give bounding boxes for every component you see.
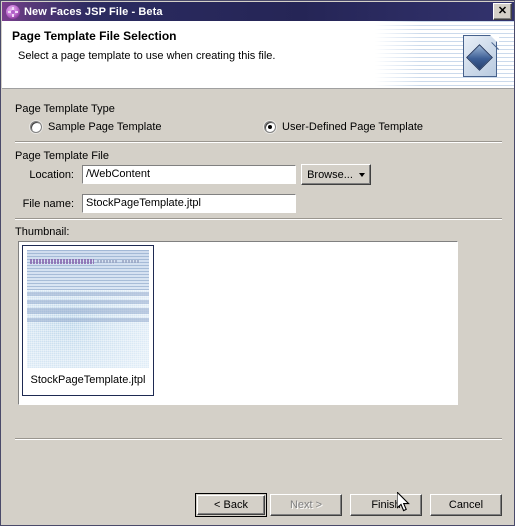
- filename-label: File name:: [22, 198, 74, 210]
- radio-user-defined-page-template[interactable]: User-Defined Page Template: [264, 121, 423, 133]
- page-title: Page Template File Selection: [12, 29, 177, 43]
- dialog-window: New Faces JSP File - Beta ✕ Page Templat…: [0, 0, 515, 526]
- section-label-template-type: Page Template Type: [15, 103, 115, 115]
- faces-orb-icon: [6, 4, 20, 19]
- close-button[interactable]: ✕: [493, 3, 512, 20]
- radio-indicator[interactable]: [264, 121, 276, 133]
- location-label: Location:: [29, 169, 74, 181]
- title-bar: New Faces JSP File - Beta ✕: [2, 2, 514, 21]
- back-label: < Back: [214, 499, 248, 511]
- next-button: Next >: [270, 494, 342, 516]
- thumbnail-list[interactable]: StockPageTemplate.jtpl: [17, 240, 459, 406]
- window-title: New Faces JSP File - Beta: [24, 5, 163, 18]
- section-label-template-file: Page Template File: [15, 150, 109, 162]
- thumbnail-list-item[interactable]: StockPageTemplate.jtpl: [22, 245, 154, 396]
- chevron-down-icon: [358, 172, 365, 177]
- finish-label: Finish: [371, 499, 401, 511]
- back-button[interactable]: < Back: [195, 493, 267, 517]
- section-label-thumbnail: Thumbnail:: [15, 226, 70, 238]
- wizard-header: Page Template File Selection Select a pa…: [2, 21, 514, 89]
- thumbnail-item-label: StockPageTemplate.jtpl: [30, 374, 146, 386]
- button-bar-separator: [15, 438, 502, 440]
- page-template-document-icon: [463, 35, 507, 79]
- dialog-body: Page Template Type Sample Page Template …: [2, 90, 514, 524]
- separator: [15, 141, 502, 143]
- close-icon: ✕: [497, 5, 508, 17]
- cancel-button[interactable]: Cancel: [430, 494, 502, 516]
- page-description: Select a page template to use when creat…: [18, 50, 276, 62]
- separator: [15, 218, 502, 220]
- browse-label: Browse...: [307, 168, 353, 181]
- radio-sample-page-template[interactable]: Sample Page Template: [30, 121, 162, 133]
- filename-input[interactable]: StockPageTemplate.jtpl: [81, 193, 297, 214]
- radio-label: User-Defined Page Template: [282, 121, 424, 133]
- radio-label: Sample Page Template: [48, 121, 162, 133]
- cancel-label: Cancel: [448, 499, 484, 511]
- radio-indicator[interactable]: [30, 121, 42, 133]
- finish-button[interactable]: Finish: [350, 494, 422, 516]
- location-input[interactable]: /WebContent: [81, 164, 297, 185]
- thumbnail-preview-image: [27, 250, 149, 368]
- browse-button[interactable]: Browse...: [301, 164, 371, 185]
- next-label: Next >: [289, 499, 323, 511]
